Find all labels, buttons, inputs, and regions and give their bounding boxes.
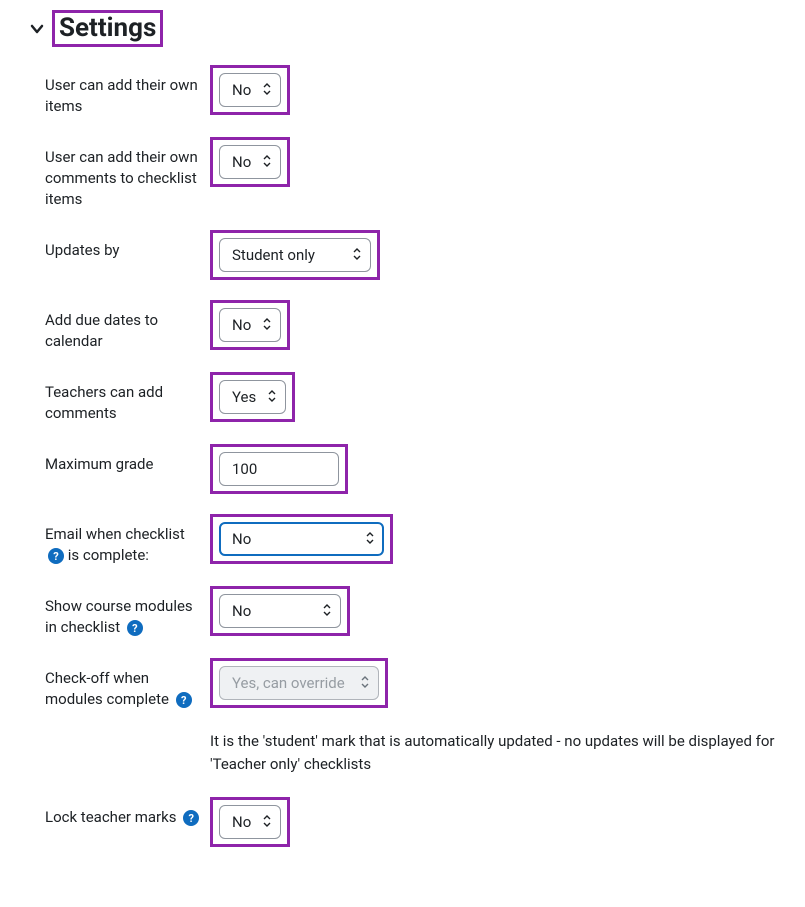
select-teachers-comments[interactable]: Yes — [219, 380, 286, 414]
select-user-add-items[interactable]: No — [219, 73, 281, 107]
chevron-down-icon — [30, 22, 44, 36]
label-teachers-comments: Teachers can add comments — [45, 372, 210, 424]
label-max-grade: Maximum grade — [45, 444, 210, 475]
label-user-add-comments: User can add their own comments to check… — [45, 137, 210, 210]
select-add-due-dates[interactable]: No — [219, 308, 281, 342]
help-icon[interactable]: ? — [127, 620, 143, 636]
row-email-complete: Email when checklist ? is complete: No — [45, 514, 795, 566]
help-icon[interactable]: ? — [176, 692, 192, 708]
label-updates-by: Updates by — [45, 230, 210, 261]
highlight-email-complete: No — [210, 514, 393, 564]
highlight-user-add-comments: No — [210, 137, 290, 187]
row-checkoff-modules: Check-off when modules complete ? Yes, c… — [45, 658, 795, 710]
highlight-max-grade — [210, 444, 348, 494]
row-updates-by: Updates by Student only — [45, 230, 795, 280]
highlight-checkoff-modules: Yes, can override — [210, 658, 388, 708]
label-checkoff-modules: Check-off when modules complete ? — [45, 658, 210, 710]
label-show-modules: Show course modules in checklist ? — [45, 586, 210, 638]
row-user-add-items: User can add their own items No — [45, 65, 795, 117]
help-icon[interactable]: ? — [48, 548, 64, 564]
select-updates-by[interactable]: Student only — [219, 238, 371, 272]
select-user-add-comments[interactable]: No — [219, 145, 281, 179]
row-user-add-comments: User can add their own comments to check… — [45, 137, 795, 210]
highlight-user-add-items: No — [210, 65, 290, 115]
label-email-complete: Email when checklist ? is complete: — [45, 514, 210, 566]
row-add-due-dates: Add due dates to calendar No — [45, 300, 795, 352]
select-email-complete[interactable]: No — [219, 522, 384, 556]
note-text: It is the 'student' mark that is automat… — [210, 730, 795, 775]
row-show-modules: Show course modules in checklist ? No — [45, 586, 795, 638]
highlight-updates-by: Student only — [210, 230, 380, 280]
help-icon[interactable]: ? — [183, 810, 199, 826]
row-max-grade: Maximum grade — [45, 444, 795, 494]
select-show-modules[interactable]: No — [219, 594, 341, 628]
row-teachers-comments: Teachers can add comments Yes — [45, 372, 795, 424]
settings-section-header[interactable]: Settings — [30, 10, 795, 47]
label-add-due-dates: Add due dates to calendar — [45, 300, 210, 352]
label-user-add-items: User can add their own items — [45, 65, 210, 117]
select-checkoff-modules: Yes, can override — [219, 666, 379, 700]
highlight-teachers-comments: Yes — [210, 372, 295, 422]
select-lock-teacher[interactable]: No — [219, 805, 281, 839]
highlight-lock-teacher: No — [210, 797, 290, 847]
label-lock-teacher: Lock teacher marks ? — [45, 797, 210, 828]
highlight-show-modules: No — [210, 586, 350, 636]
section-title: Settings — [52, 10, 163, 47]
input-max-grade[interactable] — [219, 452, 339, 486]
highlight-add-due-dates: No — [210, 300, 290, 350]
row-lock-teacher: Lock teacher marks ? No — [45, 797, 795, 847]
